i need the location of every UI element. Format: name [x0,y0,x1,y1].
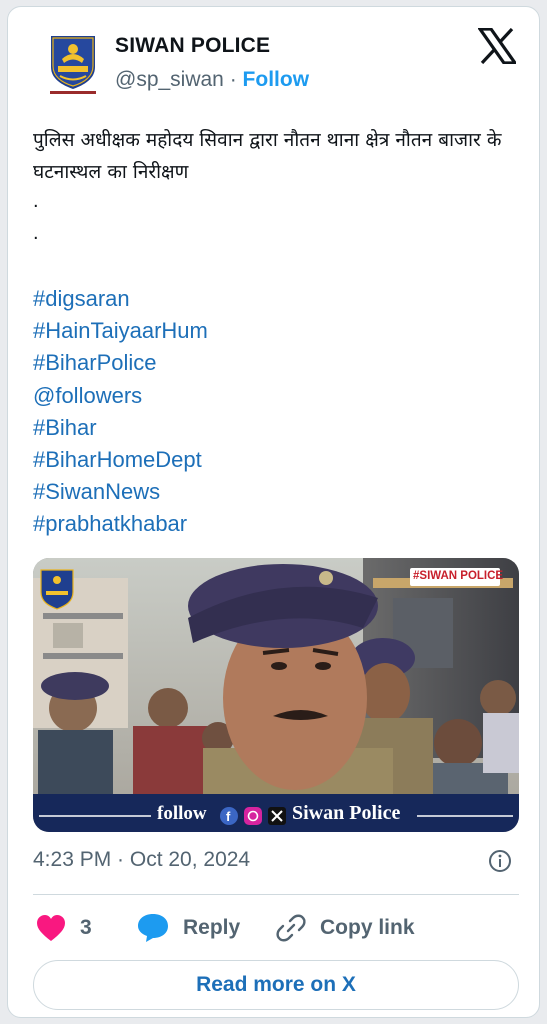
media-thumbnail[interactable]: f #SIWAN POLICE follow Siwan Police [33,558,519,832]
divider [33,894,519,895]
reply-bubble-icon [138,914,168,942]
media-tag-label: #SIWAN POLICE [413,570,504,582]
hashtag-list: #digsaran #HainTaiyaarHum #BiharPolice @… [33,283,208,541]
like-count: 3 [80,916,92,939]
like-button[interactable]: 3 [36,910,92,946]
post-timestamp[interactable]: 4:23 PM · Oct 20, 2024 [33,848,250,872]
reply-button[interactable]: Reply [137,910,240,946]
media-follow-text: follow [157,803,207,824]
hashtag-link[interactable]: #HainTaiyaarHum [33,315,208,347]
heart-icon [37,915,65,941]
post-dot-2: . [33,222,39,244]
media-scene: f [33,558,519,832]
hashtag-link[interactable]: #Bihar [33,412,208,444]
read-more-button[interactable]: Read more on X [33,960,519,1010]
hashtag-link[interactable]: #SiwanNews [33,476,208,508]
handle-separator: · [223,68,243,91]
hashtag-link[interactable]: #BiharPolice [33,347,208,379]
author-name[interactable]: SIWAN POLICE [115,34,270,58]
media-brand-text: Siwan Police [292,802,401,824]
copy-link-label: Copy link [320,916,415,939]
post-dot-1: . [33,190,39,212]
post-text: पुलिस अधीक्षक महोदय सिवान द्वारा नौतन था… [33,129,502,183]
siwan-police-logo-avatar[interactable] [44,33,102,97]
follow-button[interactable]: Follow [243,68,310,91]
info-icon[interactable] [488,849,512,873]
author-handle[interactable]: @sp_siwan [115,68,224,91]
author-handle-row: @sp_siwan · Follow [115,68,309,92]
hashtag-link[interactable]: #prabhatkhabar [33,508,208,540]
hashtag-link[interactable]: #digsaran [33,283,208,315]
copy-link-button[interactable]: Copy link [276,910,415,946]
x-logo-icon[interactable] [478,28,516,64]
mention-link[interactable]: @followers [33,380,208,412]
reply-label: Reply [183,916,241,939]
link-icon [276,914,306,942]
hashtag-link[interactable]: #BiharHomeDept [33,444,208,476]
svg-text:f: f [226,809,231,824]
